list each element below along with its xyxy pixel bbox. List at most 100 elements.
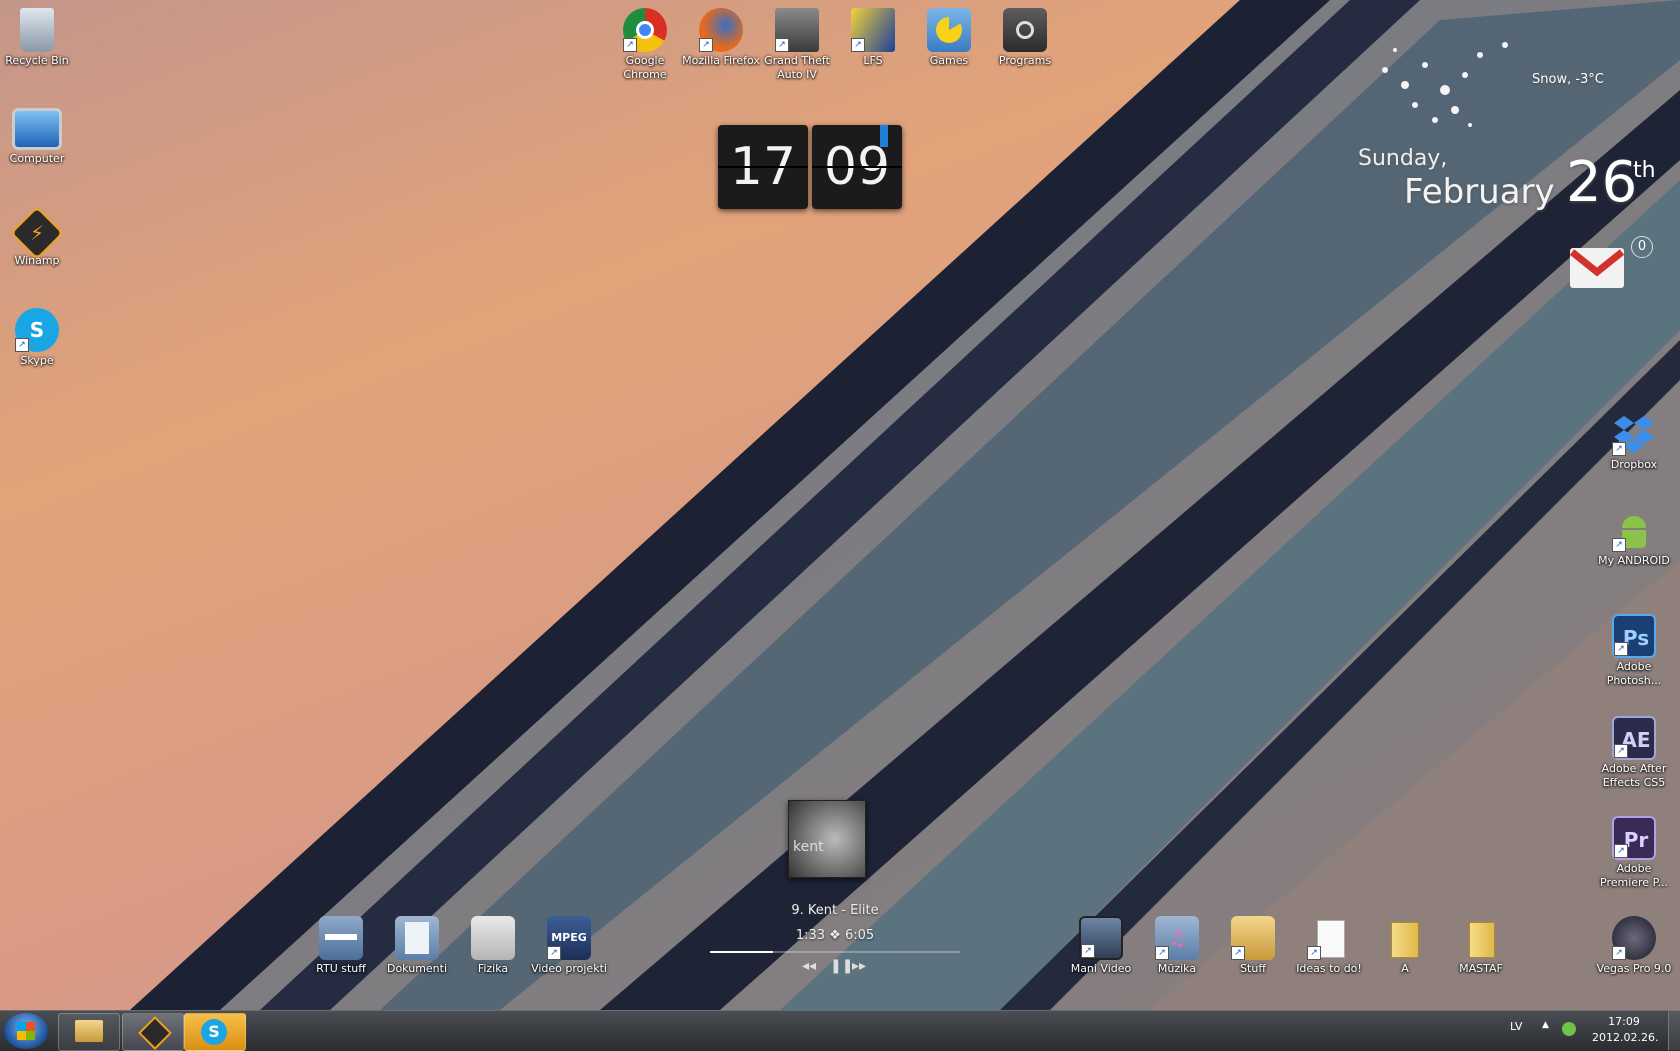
album-art: kent [788,800,866,878]
gmail-icon[interactable] [1568,240,1626,298]
desktop-icon-stuff[interactable]: ↗ Stuff [1213,916,1293,976]
desktop-icon-muzika[interactable]: ♫ ↗ Mūzika [1137,916,1217,976]
desktop-icon-skype[interactable]: S ↗ Skype [0,308,77,368]
desktop-icon-dokumenti[interactable]: Dokumenti [377,916,457,976]
desktop-icon-mani-video[interactable]: ↗ Mani Video [1061,916,1141,976]
icon-label: Mozilla Firefox [682,54,760,67]
icon-label: Fizika [477,962,509,975]
after-effects-icon: AE ↗ [1612,716,1656,760]
gmail-unread-count: 0 [1631,236,1653,258]
rewind-icon[interactable]: ◂◂ [802,958,816,974]
bookmark-ribbon-icon [880,125,888,147]
icon-label: My ANDROID [1598,554,1670,567]
games-icon [927,8,971,52]
premiere-icon: Pr ↗ [1612,816,1656,860]
shortcut-arrow-icon: ↗ [623,38,637,52]
desktop-icon-computer[interactable]: Computer [0,108,77,166]
icon-label: Skype [20,354,54,367]
taskbar-explorer[interactable] [58,1013,120,1051]
shortcut-arrow-icon: ↗ [775,38,789,52]
show-hidden-icons-icon[interactable]: ▲ [1542,1020,1549,1030]
desktop-icon-photoshop[interactable]: Ps ↗ Adobe Photosh... [1594,614,1674,688]
tray-time[interactable]: 17:09 [1594,1015,1654,1028]
snowflakes-icon [1382,42,1508,127]
winamp-icon: ⚡ [10,206,64,260]
stuff-icon: ↗ [1231,916,1275,960]
dropbox-icon: ↗ [1612,412,1656,456]
desktop-icon-gta-iv[interactable]: ↗ Grand Theft Auto IV [757,8,837,82]
tray-date[interactable]: 2012.02.26. [1592,1031,1658,1044]
clock-minutes: 09 [812,125,902,209]
skype-icon: S ↗ [15,308,59,352]
rtu-folder-icon [319,916,363,960]
icon-label: Dokumenti [386,962,448,975]
desktop-icon-my-android[interactable]: ↗ My ANDROID [1594,508,1674,568]
desktop-icon-lfs[interactable]: ↗ LFS [833,8,913,68]
lfs-icon: ↗ [851,8,895,52]
firefox-icon: ↗ [699,8,743,52]
chrome-icon: ↗ [623,8,667,52]
taskbar-winamp[interactable] [122,1013,184,1051]
taskbar-skype[interactable]: S [184,1013,246,1051]
shortcut-arrow-icon: ↗ [1307,946,1321,960]
icon-label: LFS [863,54,883,67]
desktop-icon-games[interactable]: Games [909,8,989,68]
desktop-icon-google-chrome[interactable]: ↗ Google Chrome [605,8,685,82]
show-desktop-button[interactable] [1668,1010,1680,1050]
desktop-icon-programs[interactable]: Programs [985,8,1065,68]
desktop-icon-rtu-stuff[interactable]: RTU stuff [301,916,381,976]
taskbar: S [0,1010,1680,1051]
desktop-icon-dropbox[interactable]: ↗ Dropbox [1594,412,1674,472]
text-file-icon: ↗ [1307,916,1351,960]
start-button[interactable] [4,1013,48,1049]
recycle-bin-icon [20,8,54,52]
desktop-icon-winamp[interactable]: ⚡ Winamp [0,206,77,268]
winamp-icon [138,1016,172,1050]
shortcut-arrow-icon: ↗ [1612,946,1626,960]
track-progress-bar[interactable] [710,951,960,953]
icon-label: Stuff [1240,962,1266,975]
desktop-icon-mastaf[interactable]: MASTAF [1441,916,1521,976]
music-icon: ♫ ↗ [1155,916,1199,960]
desktop-icon-a[interactable]: A [1365,916,1445,976]
desktop-icon-video-projekti[interactable]: MPEG ↗ Video projekti [529,916,609,976]
track-title: 9. Kent - Elite [791,903,879,918]
icon-label: Ideas to do! [1296,962,1362,975]
windows-logo-icon [17,1022,35,1040]
album-art-text: kent [793,839,824,855]
icon-label: Adobe After Effects CS5 [1601,762,1667,789]
shortcut-arrow-icon: ↗ [1155,946,1169,960]
shortcut-arrow-icon: ↗ [1614,642,1628,656]
shortcut-arrow-icon: ↗ [1614,744,1628,758]
shortcut-arrow-icon: ↗ [1081,944,1095,958]
desktop-icon-premiere[interactable]: Pr ↗ Adobe Premiere P... [1594,816,1674,890]
icon-label: Games [929,54,969,67]
date-day: Sunday, [1358,146,1448,171]
desktop-icon-fizika[interactable]: Fizika [453,916,533,976]
shortcut-arrow-icon: ↗ [1614,844,1628,858]
desktop-icon-ideas-to-do[interactable]: ↗ Ideas to do! [1289,916,1369,976]
desktop-icon-recycle-bin[interactable]: Recycle Bin [0,8,77,68]
photoshop-icon: Ps ↗ [1612,614,1656,658]
language-indicator[interactable]: LV [1510,1020,1522,1033]
date-month: February [1404,172,1555,212]
pause-icon[interactable]: ❚❚ [830,958,853,974]
desktop-icon-vegas-pro[interactable]: ↗ Vegas Pro 9.0 [1594,916,1674,976]
shortcut-arrow-icon: ↗ [1612,442,1626,456]
explorer-icon [75,1020,103,1042]
fizika-icon [471,916,515,960]
desktop-icon-mozilla-firefox[interactable]: ↗ Mozilla Firefox [681,8,761,68]
desktop-icon-after-effects[interactable]: AE ↗ Adobe After Effects CS5 [1594,716,1674,790]
shortcut-arrow-icon: ↗ [1231,946,1245,960]
date-suffix: th [1633,158,1656,183]
shortcut-arrow-icon: ↗ [547,946,561,960]
date-number: 26 [1566,150,1638,215]
icon-label: Programs [998,54,1052,67]
mpeg-icon: MPEG ↗ [547,916,591,960]
icon-label: Grand Theft Auto IV [764,54,830,81]
network-icon[interactable] [1562,1022,1576,1036]
forward-icon[interactable]: ▸▸ [852,958,866,974]
gta-icon: ↗ [775,8,819,52]
icon-label: Video projekti [531,962,607,975]
track-progress-fill [710,951,773,953]
